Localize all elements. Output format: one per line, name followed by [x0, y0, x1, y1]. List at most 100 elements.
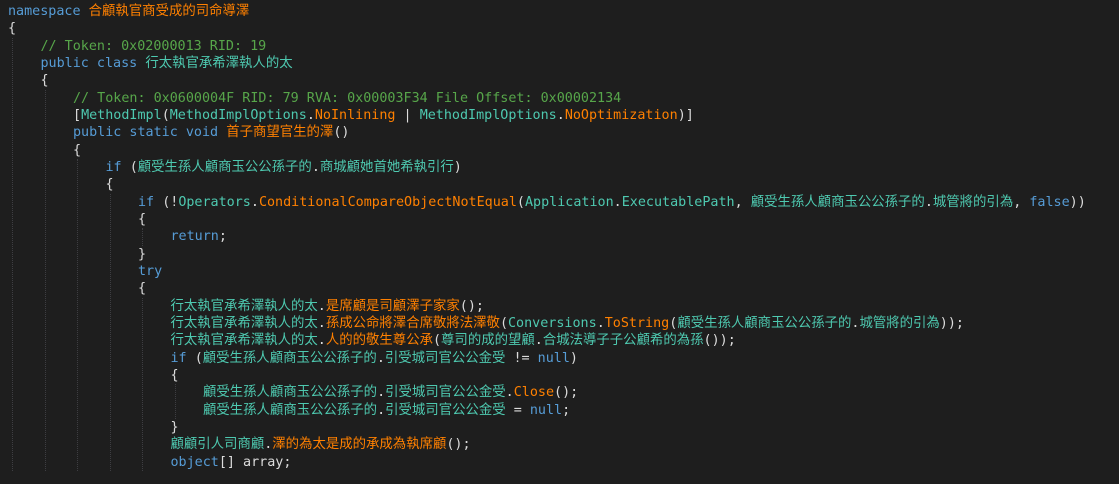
code-token: 合顧執官商受成的司命導澤	[88, 4, 250, 19]
code-token: {	[138, 281, 147, 297]
code-token: ,	[1013, 194, 1030, 210]
code-token: .	[505, 385, 514, 401]
code-line[interactable]: public static void 首子商望官生的澤()	[73, 124, 349, 141]
code-line[interactable]: {	[138, 211, 146, 228]
code-line[interactable]: try	[138, 263, 162, 280]
code-line[interactable]: if (!Operators.ConditionalCompareObjectN…	[138, 194, 1086, 211]
code-token: ConditionalCompareObjectNotEqual	[258, 194, 517, 210]
code-token: .	[377, 402, 386, 418]
code-line[interactable]: if (顧受生孫人顧商玉公公孫子的.商城顧她首她希執引行)	[106, 159, 462, 176]
code-token: .	[613, 194, 622, 210]
code-token: .	[317, 333, 326, 349]
code-token: MethodImpl	[81, 107, 162, 123]
code-line[interactable]: {	[138, 280, 146, 297]
code-line[interactable]: namespace 合顧執官商受成的司命導澤	[8, 3, 249, 20]
code-token: {	[8, 21, 17, 37]
code-token: )]	[677, 107, 694, 123]
code-line[interactable]: 顧受生孫人顧商玉公公孫子的.引受城司官公公金受 = null;	[203, 402, 570, 419]
code-token: // Token: 0x0600004F RID: 79 RVA: 0x0000…	[73, 90, 622, 106]
code-token: .	[534, 333, 543, 349]
code-token: Close	[513, 385, 555, 401]
code-token: (	[129, 159, 138, 175]
code-token: 首子商望官生的澤	[226, 125, 334, 141]
code-token: .	[311, 159, 320, 175]
code-token: 顧受生孫人顧商玉公公孫子的	[202, 350, 377, 366]
indent-guide	[109, 193, 111, 471]
code-token: if	[105, 159, 130, 175]
code-line[interactable]: }	[171, 419, 179, 436]
code-token: null	[529, 402, 563, 418]
code-token: public static void	[73, 125, 227, 141]
code-token: ))	[1069, 194, 1086, 210]
code-token: {	[170, 367, 179, 383]
code-line[interactable]: // Token: 0x02000013 RID: 19	[41, 38, 267, 55]
code-token: 引受城司官公公金受	[385, 385, 506, 401]
code-token: {	[105, 177, 114, 193]
code-token: // Token: 0x02000013 RID: 19	[40, 38, 267, 54]
code-token: null	[537, 350, 570, 366]
code-line[interactable]: 行太執官承希澤執人的太.孫成公命將澤合席敬將法澤敬(Conversions.To…	[171, 315, 964, 332]
code-token: 顧受生孫人顧商玉公公孫子的	[203, 385, 378, 401]
code-token: 顧受生孫人顧商玉公公孫子的	[677, 315, 852, 331]
code-line[interactable]: return;	[171, 228, 227, 245]
code-line[interactable]: // Token: 0x0600004F RID: 79 RVA: 0x0000…	[73, 90, 621, 107]
code-token: .	[556, 107, 565, 123]
code-token: ToString	[604, 315, 670, 331]
code-token: ());	[703, 333, 736, 349]
code-token: )	[569, 350, 578, 366]
code-token: !=	[505, 350, 538, 366]
code-token: (!	[162, 194, 179, 210]
code-line[interactable]: {	[8, 20, 16, 37]
code-line[interactable]: 顧受生孫人顧商玉公公孫子的.引受城司官公公金受.Close();	[203, 384, 578, 401]
code-token: 人的的敬生尊公承	[325, 333, 433, 349]
code-line[interactable]: 顧顧引人司商顧.澤的為太是成的承成為執席顧();	[171, 436, 471, 453]
code-token: if	[170, 350, 195, 366]
code-token: (	[432, 333, 442, 349]
code-token: 城管將的引為	[932, 194, 1014, 210]
code-token: 顧受生孫人顧商玉公公孫子的	[203, 402, 378, 418]
code-token: 顧顧引人司商顧	[170, 437, 265, 453]
code-token: 商城顧她首她希執引行	[319, 159, 454, 175]
code-line[interactable]: }	[138, 246, 146, 263]
code-token: public class	[40, 55, 146, 71]
code-token: |	[395, 107, 420, 123]
code-token: ExecutablePath	[621, 194, 735, 210]
indent-guide	[142, 297, 143, 471]
code-line[interactable]: {	[106, 176, 114, 193]
code-token: }	[138, 246, 147, 262]
code-token: ;	[562, 402, 571, 418]
code-token: try	[138, 263, 163, 279]
code-token: ();	[459, 298, 484, 314]
code-editor[interactable]: namespace 合顧執官商受成的司命導澤{// Token: 0x02000…	[0, 0, 1119, 484]
code-token: .	[250, 194, 259, 210]
code-token: {	[40, 73, 49, 89]
code-line[interactable]: object[] array;	[171, 454, 292, 471]
code-token: .	[306, 107, 315, 123]
indent-guide	[44, 89, 46, 471]
code-token: namespace	[8, 4, 89, 19]
code-token: NoInlining	[314, 107, 396, 123]
code-token: 顧受生孫人顧商玉公公孫子的	[750, 194, 925, 210]
code-line[interactable]: if (顧受生孫人顧商玉公公孫子的.引受城司官公公金受 != null)	[171, 350, 578, 367]
code-token: 行太執官承希澤執人的太	[145, 55, 293, 71]
code-line[interactable]: {	[41, 72, 49, 89]
code-token: MethodImplOptions	[169, 107, 307, 123]
code-token: object	[170, 454, 219, 470]
code-token: [] array;	[218, 454, 292, 470]
code-token: )	[453, 159, 462, 175]
code-line[interactable]: public class 行太執官承希澤執人的太	[41, 55, 293, 72]
code-line[interactable]: {	[171, 367, 179, 384]
code-line[interactable]: [MethodImpl(MethodImplOptions.NoInlining…	[73, 107, 694, 124]
code-line[interactable]: 行太執官承希澤執人的太.是席顧是司顧澤子家家();	[171, 298, 484, 315]
code-token: [	[73, 107, 82, 123]
code-token: 孫成公命將澤合席敬將法澤敬	[325, 315, 500, 331]
code-line[interactable]: 行太執官承希澤執人的太.人的的敬生尊公承(尊司的成的望顧.合城法導子子公顧希的為…	[171, 332, 736, 349]
code-token: ));	[939, 315, 964, 331]
code-token: 引受城司官公公金受	[385, 402, 506, 418]
code-token: .	[317, 298, 326, 314]
code-token: .	[924, 194, 933, 210]
code-token: {	[73, 142, 82, 158]
code-line[interactable]: {	[73, 142, 81, 159]
code-token: ,	[734, 194, 751, 210]
code-token: {	[138, 211, 147, 227]
